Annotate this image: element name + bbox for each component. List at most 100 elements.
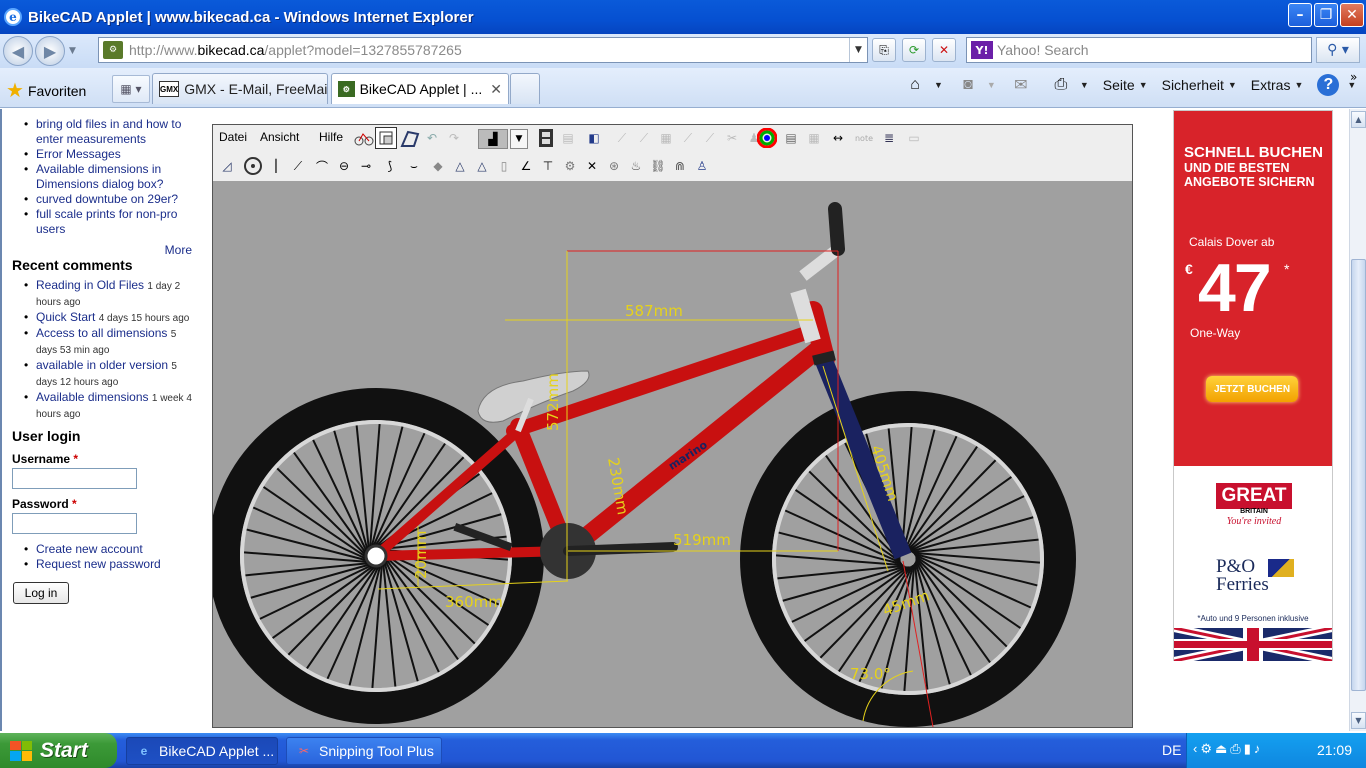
favorites-button[interactable]: ★ Favoriten [6,78,86,103]
headset-icon[interactable]: ⊖ [333,155,355,177]
chevron-more-icon[interactable]: » [1350,70,1357,84]
angle-icon[interactable]: ∠ [515,155,537,177]
home-button[interactable]: ⌂ ▼ [904,74,943,96]
cog-icon[interactable]: ⊛ [603,155,625,177]
comment-link[interactable]: available in older version [36,358,168,372]
document-icon[interactable]: ▤ [780,127,802,149]
person-icon[interactable]: ♙ [691,155,713,177]
extras-menu[interactable]: Extras ▼ [1251,77,1304,93]
wheel-icon[interactable] [242,155,264,177]
color-wheel-icon[interactable] [756,127,778,149]
vertical-scrollbar[interactable]: ▲ ▼ [1349,109,1366,731]
forum-link[interactable]: bring old files in and how to enter meas… [36,117,181,146]
tray-expand-icon[interactable]: ‹ [1193,741,1197,757]
language-indicator[interactable]: DE [1162,742,1181,758]
tab-gmx[interactable]: GMX GMX - E-Mail, FreeMail... [152,73,328,104]
maximize-button[interactable]: ❐ [1314,3,1338,27]
window-icon[interactable] [375,127,397,149]
tools-icon[interactable]: ✕ [581,155,603,177]
tool-icon[interactable]: ▦ [655,127,677,149]
scroll-thumb[interactable] [1351,259,1366,691]
bikecad-applet[interactable]: Datei Ansicht Hilfe ↶ ↷ ▟ ▼ ▤ ◧ ⟋ ⟋ ▦ ⟋ … [212,124,1133,728]
request-password-link[interactable]: Request new password [36,557,161,571]
film-icon[interactable] [535,127,557,149]
menu-help[interactable]: Hilfe [319,130,343,144]
tab-bikecad[interactable]: ⚙ BikeCAD Applet | ... ✕ [331,73,509,104]
safe-remove-icon[interactable]: ⏏ [1215,741,1227,757]
comment-link[interactable]: Quick Start [36,310,95,324]
forum-link[interactable]: Error Messages [36,147,121,161]
forum-link[interactable]: Available dimensions in Dimensions dialo… [36,162,163,191]
undo-icon[interactable]: ↶ [421,127,443,149]
seatpost-icon[interactable]: ⟋ [287,155,309,177]
forum-link[interactable]: curved downtube on 29er? [36,192,178,206]
scroll-up-icon[interactable]: ▲ [1351,111,1366,128]
network-icon[interactable]: ⚙ [1200,741,1212,757]
triangle-icon[interactable]: △ [449,155,471,177]
more-link[interactable]: More [12,243,192,257]
stem-icon[interactable]: ⊸ [355,155,377,177]
username-field[interactable] [12,468,137,489]
comment-link[interactable]: Access to all dimensions [36,326,167,340]
spec-icon[interactable]: ≣ [878,127,900,149]
forward-button[interactable]: ▶ [35,36,65,66]
bike-drawing[interactable]: marino 587mm 572mm 230mm 20mm 360mm 519m… [213,181,1132,727]
url-text[interactable]: http://www.bikecad.ca/applet?model=13278… [129,42,462,58]
view-select-icon[interactable]: ▟ [478,129,508,149]
back-button[interactable]: ◀ [3,36,33,66]
address-dropdown-icon[interactable]: ▼ [849,38,867,62]
bottle-icon[interactable]: ▯ [493,155,515,177]
bike-icon[interactable] [353,127,375,149]
minimize-button[interactable]: – [1288,3,1312,27]
scroll-down-icon[interactable]: ▼ [1351,712,1366,729]
page-menu[interactable]: Seite ▼ [1103,77,1148,93]
create-account-link[interactable]: Create new account [36,542,143,556]
view-dropdown-icon[interactable]: ▼ [510,129,528,149]
tool-icon[interactable]: ⟋ [633,127,655,149]
wireless-icon[interactable]: ▮ [1244,741,1251,757]
chain-icon[interactable]: ⛓ [647,155,669,177]
brake-icon[interactable]: ⋒ [669,155,691,177]
new-tab-button[interactable] [510,73,540,104]
search-button[interactable]: ⚲ ▾ [1316,37,1360,63]
search-input[interactable]: Y! Yahoo! Search [966,37,1312,63]
crank-icon[interactable]: ⟆ [379,155,401,177]
comment-link[interactable]: Reading in Old Files [36,278,144,292]
start-button[interactable]: Start [0,733,117,768]
ruler-icon[interactable]: ▤ [557,127,579,149]
compatibility-icon[interactable]: ⎘ [872,38,896,62]
close-button[interactable]: ✕ [1340,3,1364,27]
blank-icon[interactable]: ▭ [903,127,925,149]
fork-icon[interactable]: ⎮ [265,155,287,177]
notes-icon[interactable]: note [853,127,875,149]
frame-geometry-icon[interactable]: ◿ [216,155,238,177]
dimension-icon[interactable]: ↔ [827,127,849,149]
table-icon[interactable]: ▦ [803,127,825,149]
frame-icon[interactable] [399,127,421,149]
taskbar-item-ie[interactable]: e BikeCAD Applet ... [126,737,278,765]
mail-button[interactable]: ✉ [1010,74,1036,96]
quick-tabs-button[interactable]: ▦ ▾ [112,75,150,103]
lug-icon[interactable]: ◆ [427,155,449,177]
printer-tray-icon[interactable]: ⎙ [1230,741,1240,757]
tool-icon[interactable]: ⟋ [611,127,633,149]
stop-icon[interactable]: ✕ [932,38,956,62]
jersey-icon[interactable]: ◧ [583,127,605,149]
seat-icon[interactable]: ⌒ [311,155,333,177]
ad-banner[interactable]: SCHNELL BUCHEN UND DIE BESTEN ANGEBOTE SI… [1173,110,1333,661]
close-tab-icon[interactable]: ✕ [482,81,502,98]
gear-icon[interactable]: ⚙ [559,155,581,177]
handlebar-icon[interactable]: ⌣ [403,155,425,177]
password-field[interactable] [12,513,137,534]
security-menu[interactable]: Sicherheit ▼ [1162,77,1237,93]
tool-icon[interactable]: ⟋ [699,127,721,149]
menu-file[interactable]: Datei [219,130,247,144]
redo-icon[interactable]: ↷ [443,127,465,149]
tool-icon[interactable]: ⟋ [677,127,699,149]
refresh-icon[interactable]: ⟳ [902,38,926,62]
history-dropdown-icon[interactable]: ▼ [69,46,83,56]
volume-icon[interactable]: ♪ [1254,741,1261,757]
comment-link[interactable]: Available dimensions [36,390,149,404]
login-button[interactable]: Log in [13,582,69,604]
print-button[interactable]: ⎙ ▼ [1050,74,1088,96]
